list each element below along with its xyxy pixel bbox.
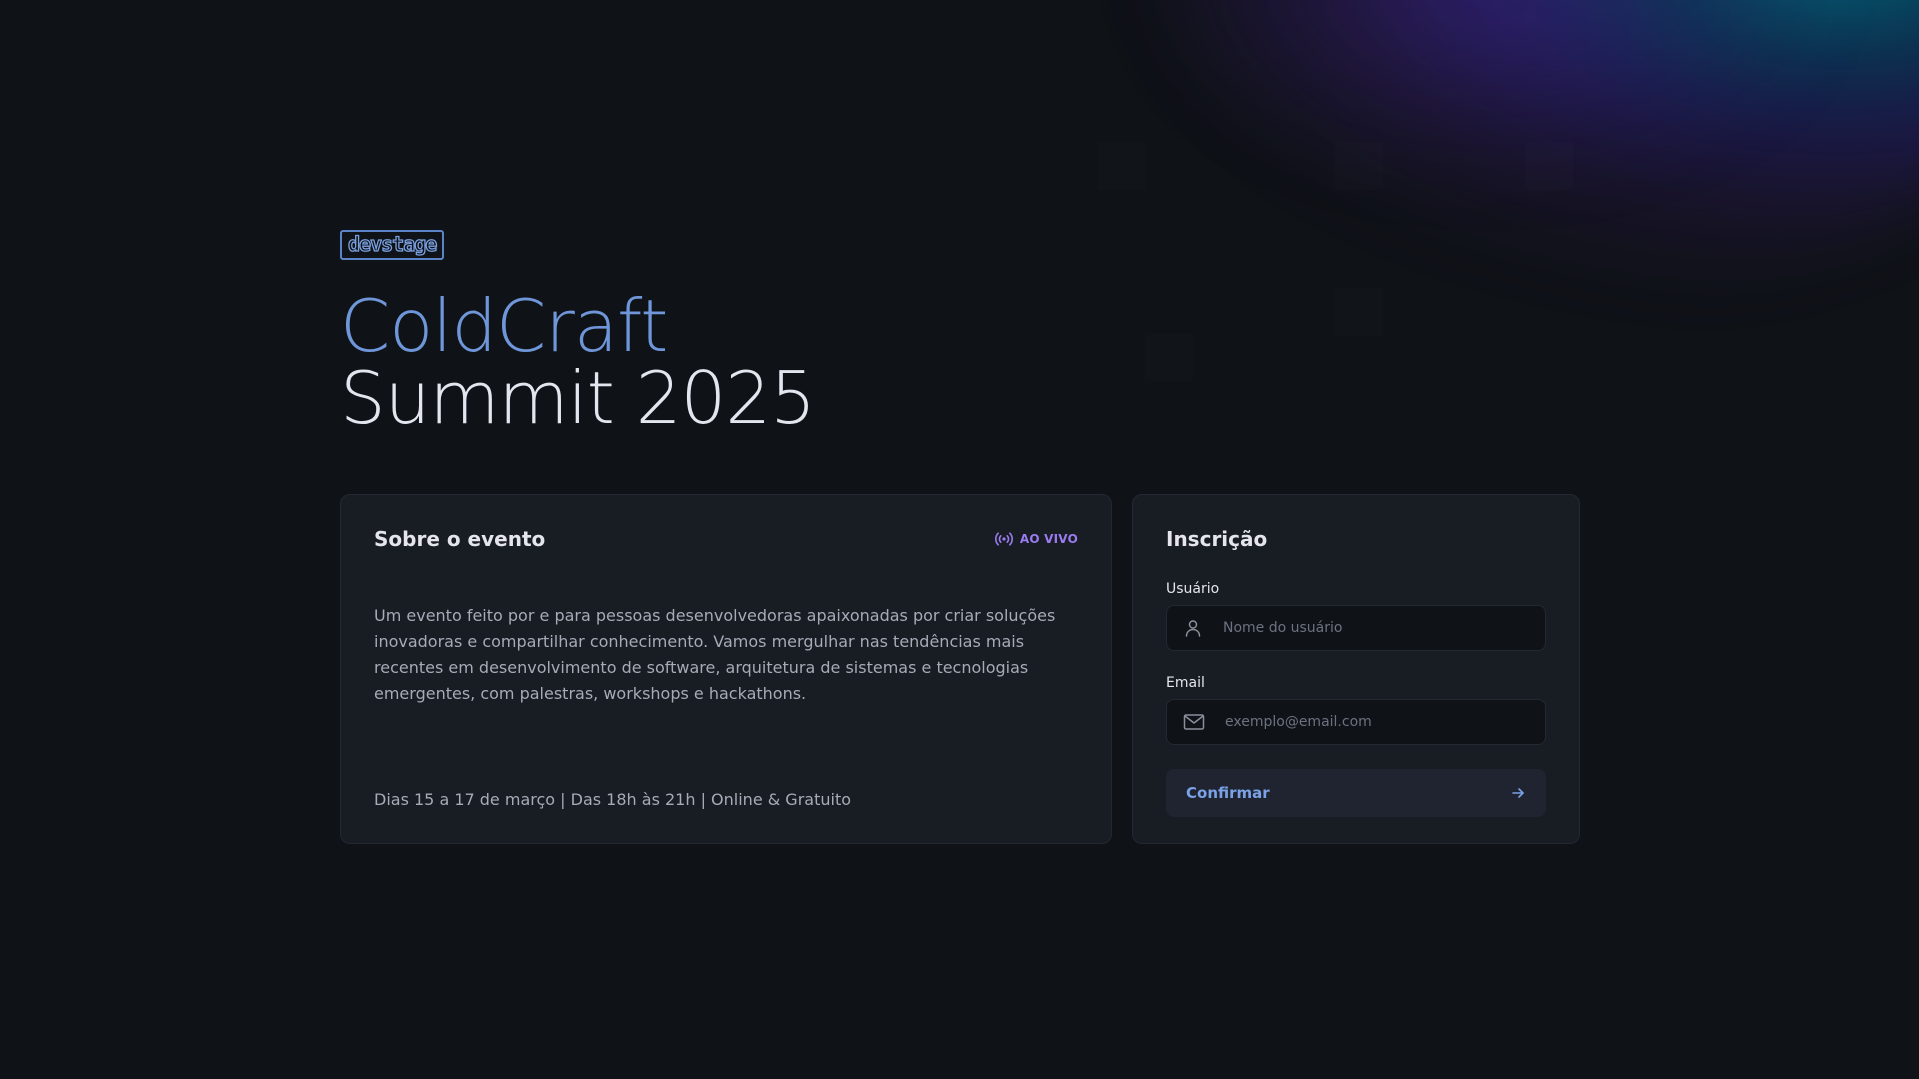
mail-icon (1183, 713, 1205, 731)
username-field[interactable] (1166, 605, 1546, 651)
page-title: ColdCraft Summit 2025 (340, 290, 1580, 434)
background-square (1098, 142, 1146, 190)
signup-title: Inscrição (1166, 527, 1268, 551)
confirm-button[interactable]: Confirmar (1166, 769, 1546, 817)
arrow-right-icon (1510, 785, 1526, 801)
user-icon (1183, 618, 1203, 638)
cards-row: Sobre o evento AO VIVO Um evento feito p… (340, 494, 1580, 844)
email-field[interactable] (1166, 699, 1546, 745)
signup-card: Inscrição Usuário Email (1132, 494, 1580, 844)
live-badge: AO VIVO (994, 531, 1078, 547)
live-label: AO VIVO (1019, 532, 1078, 546)
background-square (1335, 142, 1383, 190)
email-label: Email (1166, 675, 1205, 691)
about-card: Sobre o evento AO VIVO Um evento feito p… (340, 494, 1112, 844)
confirm-label: Confirmar (1186, 784, 1270, 802)
background-square (1525, 142, 1573, 190)
about-description: Um evento feito por e para pessoas desen… (374, 606, 1056, 703)
about-title: Sobre o evento (374, 527, 546, 551)
title-accent: ColdCraft (340, 284, 668, 368)
main-content: devstage ColdCraft Summit 2025 Sobre o e… (340, 230, 1580, 844)
page: devstage ColdCraft Summit 2025 Sobre o e… (0, 0, 1919, 1079)
radio-broadcast-icon (994, 531, 1014, 547)
title-main: Summit 2025 (340, 356, 816, 440)
about-card-header: Sobre o evento AO VIVO (374, 527, 1078, 551)
username-label: Usuário (1166, 581, 1220, 597)
devstage-logo: devstage (340, 230, 445, 260)
username-input[interactable] (1221, 619, 1529, 637)
email-input[interactable] (1223, 713, 1529, 731)
event-details: Dias 15 a 17 de março | Das 18h às 21h |… (374, 790, 852, 809)
